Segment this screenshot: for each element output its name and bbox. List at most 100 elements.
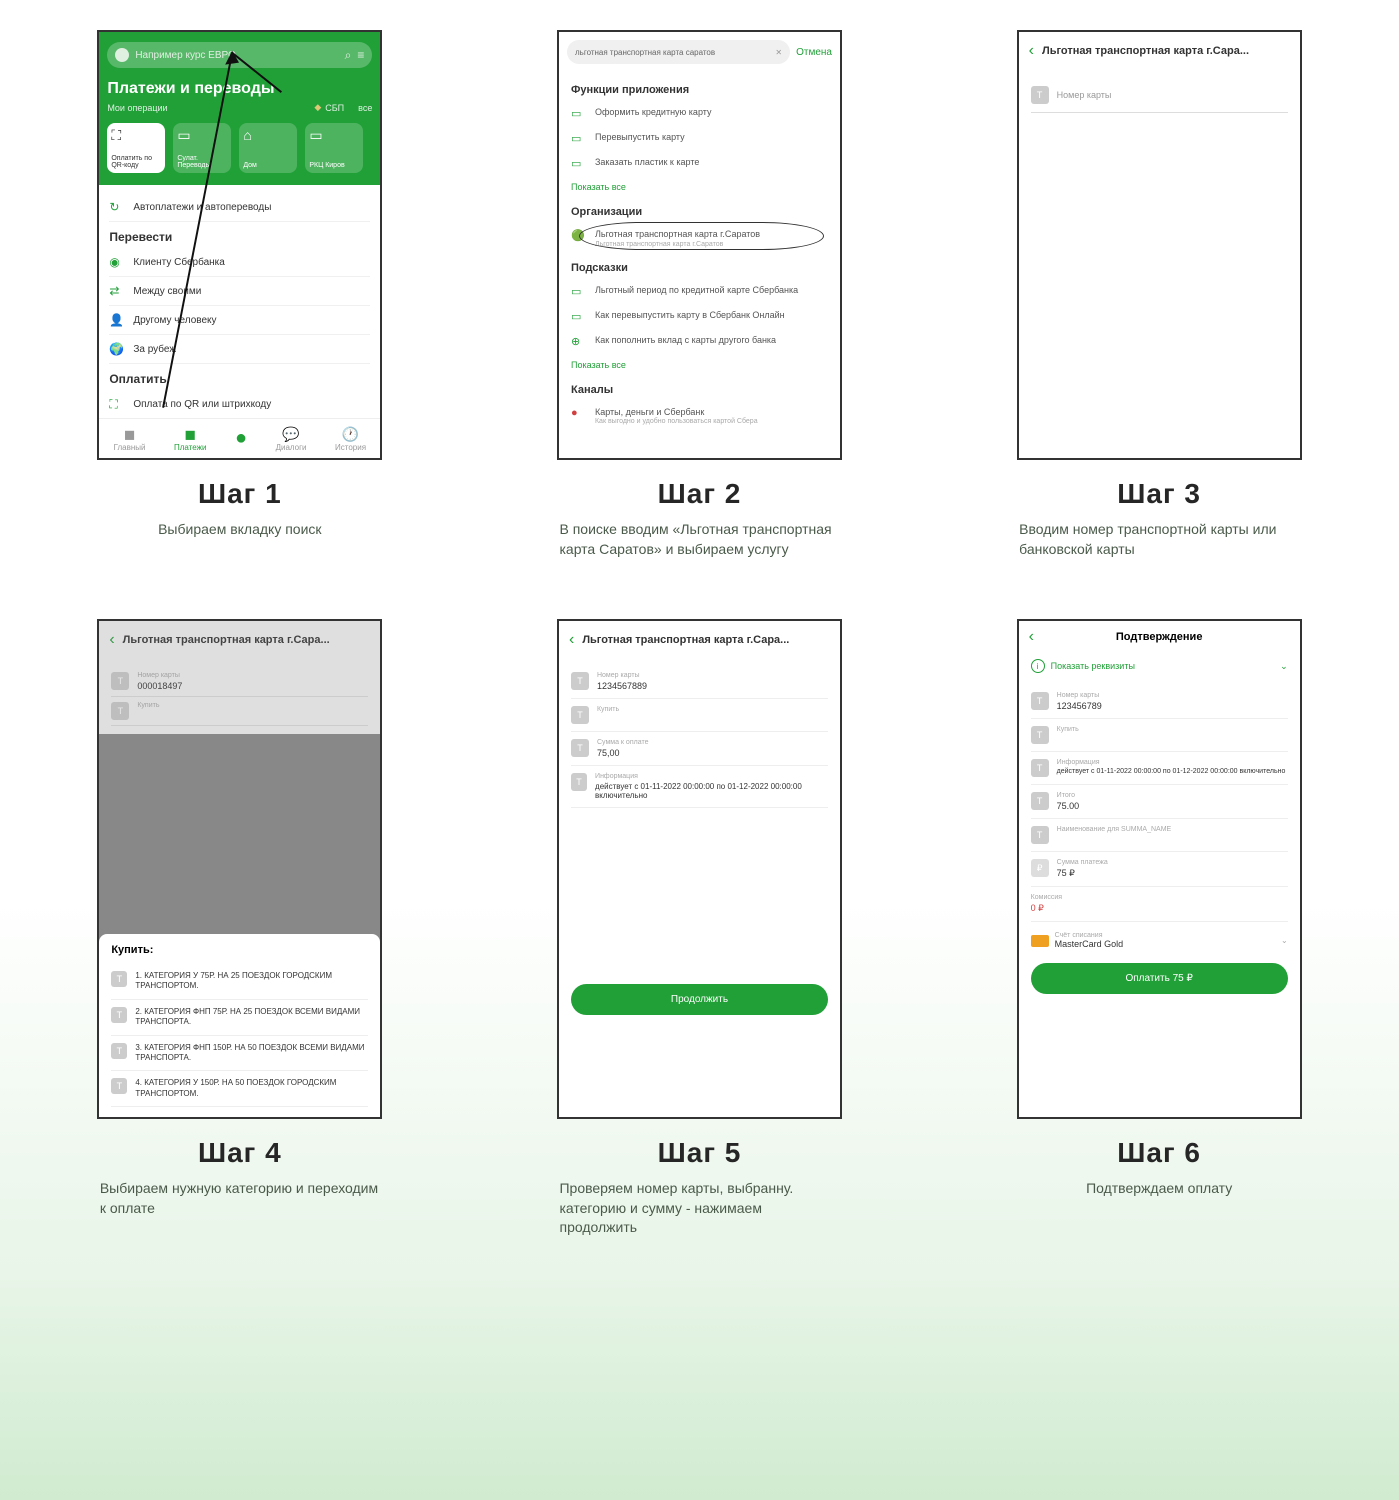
- chevron-down-icon: ⌄: [1280, 661, 1288, 672]
- s3-title: Льготная транспортная карта г.Сара...: [1042, 45, 1249, 57]
- row-between[interactable]: ⇄ Между своими: [109, 277, 370, 306]
- fn-reissue[interactable]: ▭Перевыпустить карту: [571, 126, 828, 151]
- card-icon: ▭: [571, 157, 587, 170]
- s1-page-title: Платежи и переводы: [107, 80, 372, 98]
- s6-commission-field: Комиссия0 ₽: [1031, 887, 1288, 922]
- s3-header: ‹ Льготная транспортная карта г.Сара...: [1019, 32, 1300, 70]
- row-other-person[interactable]: 👤 Другому человеку: [109, 306, 370, 335]
- step-2-title: Шаг 2: [658, 478, 742, 510]
- back-icon[interactable]: ‹: [569, 631, 574, 649]
- row-qr-pay[interactable]: ⛶ Оплата по QR или штрихкоду: [109, 390, 370, 420]
- card-home[interactable]: ⌂ Дом: [239, 123, 297, 173]
- text-field-icon: T: [111, 1007, 127, 1023]
- clock-icon: 🕐: [335, 426, 366, 443]
- text-field-icon: T: [1031, 726, 1049, 744]
- s4-buy-row[interactable]: T Купить: [111, 697, 368, 726]
- text-field-icon: T: [1031, 86, 1049, 104]
- phone-3: ‹ Льготная транспортная карта г.Сара... …: [1017, 30, 1302, 460]
- step-3: ‹ Льготная транспортная карта г.Сара... …: [969, 30, 1349, 559]
- menu-icon[interactable]: ≡: [357, 48, 364, 63]
- back-icon[interactable]: ‹: [109, 631, 114, 649]
- card-icon: ▭: [571, 107, 587, 120]
- text-field-icon: T: [571, 706, 589, 724]
- section-organizations: Организации: [571, 198, 828, 223]
- nav-center[interactable]: ●: [235, 427, 247, 450]
- show-all-hints[interactable]: Показать все: [571, 354, 828, 376]
- s5-info-field: T Информациядействует с 01-11-2022 00:00…: [571, 766, 828, 808]
- phone-5: ‹ Льготная транспортная карта г.Сара... …: [557, 619, 842, 1119]
- step-1-desc: Выбираем вкладку поиск: [158, 520, 321, 540]
- card-transfer[interactable]: ▭ Сулат. Переводы: [173, 123, 231, 173]
- nav-dialogs[interactable]: 💬Диалоги: [276, 426, 307, 452]
- s5-body: T Номер карты1234567889 T Купить T Сумма…: [559, 659, 840, 814]
- s2-search-input[interactable]: льготная транспортная карта саратов ✕: [567, 40, 790, 64]
- pay-button[interactable]: Оплатить 75 ₽: [1031, 963, 1288, 994]
- s4-card-num-row: T Номер карты 000018497: [111, 667, 368, 697]
- s6-buy-field: TКупить: [1031, 719, 1288, 752]
- step-3-title: Шаг 3: [1117, 478, 1201, 510]
- s5-header: ‹ Льготная транспортная карта г.Сара...: [559, 621, 840, 659]
- section-channels: Каналы: [571, 376, 828, 401]
- info-icon: i: [1031, 659, 1045, 673]
- channel-avatar-icon: ●: [571, 407, 587, 419]
- card-icon: ▭: [177, 127, 227, 144]
- text-field-icon: T: [571, 739, 589, 757]
- phone-1: Например курс ЕВРО ⌕ ≡ Платежи и перевод…: [97, 30, 382, 460]
- s6-summa-field: TНаименование для SUMMA_NAME: [1031, 819, 1288, 852]
- s4-dimmed-top: ‹ Льготная транспортная карта г.Сара... …: [99, 621, 380, 734]
- card-icon: ▭: [571, 132, 587, 145]
- card-rkc[interactable]: ▭ РКЦ Киров: [305, 123, 363, 173]
- step-3-desc: Вводим номер транспортной карты или банк…: [1019, 520, 1299, 559]
- hint-grace-period[interactable]: ▭Льготный период по кредитной карте Сбер…: [571, 279, 828, 304]
- channel-cards-money[interactable]: ● Карты, деньги и Сбербанк Как выгодно и…: [571, 401, 828, 432]
- category-option-4[interactable]: T4. КАТЕГОРИЯ У 150Р. НА 50 ПОЕЗДОК ГОРО…: [111, 1071, 368, 1107]
- s6-payment-sum-field: ₽Сумма платежа75 ₽: [1031, 852, 1288, 887]
- card-number-field[interactable]: T Номер карты: [1031, 78, 1288, 113]
- row-sber-client[interactable]: ◉ Клиенту Сбербанка: [109, 248, 370, 277]
- hint-reissue[interactable]: ▭Как перевыпустить карту в Сбербанк Онла…: [571, 304, 828, 329]
- text-field-icon: T: [1031, 826, 1049, 844]
- s1-quick-cards: ⛶ Оплатить по QR-коду ▭ Сулат. Переводы …: [107, 123, 372, 173]
- show-all-functions[interactable]: Показать все: [571, 176, 828, 198]
- search-icon[interactable]: ⌕: [345, 48, 352, 63]
- fn-credit-card[interactable]: ▭Оформить кредитную карту: [571, 101, 828, 126]
- card-qr[interactable]: ⛶ Оплатить по QR-коду: [107, 123, 165, 173]
- s1-body: ↻ Автоплатежи и автопереводы Перевести ◉…: [99, 185, 380, 457]
- nav-history[interactable]: 🕐История: [335, 426, 366, 452]
- back-icon[interactable]: ‹: [1029, 628, 1034, 646]
- show-details-toggle[interactable]: i Показать реквизиты ⌄: [1019, 653, 1300, 679]
- text-field-icon: T: [571, 672, 589, 690]
- org-transport-card[interactable]: 🟢 Льготная транспортная карта г.Саратов …: [571, 223, 828, 254]
- nav-main[interactable]: ◼Главный: [114, 426, 146, 452]
- payments-icon: ◼: [174, 426, 206, 443]
- refresh-icon: ↻: [109, 200, 125, 214]
- back-icon[interactable]: ‹: [1029, 42, 1034, 60]
- row-abroad[interactable]: 🌍 За рубеж: [109, 335, 370, 364]
- section-pay: Оплатить: [109, 364, 370, 390]
- person-icon: 👤: [109, 313, 125, 327]
- ruble-icon: ₽: [1031, 859, 1049, 877]
- step-5: ‹ Льготная транспортная карта г.Сара... …: [510, 619, 890, 1238]
- nav-payments[interactable]: ◼Платежи: [174, 426, 206, 452]
- text-field-icon: T: [1031, 692, 1049, 710]
- category-option-3[interactable]: T3. КАТЕГОРИЯ ФНП 150Р. НА 50 ПОЕЗДОК ВС…: [111, 1036, 368, 1072]
- continue-button[interactable]: Продолжить: [571, 984, 828, 1015]
- step-1: Например курс ЕВРО ⌕ ≡ Платежи и перевод…: [50, 30, 430, 559]
- category-option-1[interactable]: T1. КАТЕГОРИЯ У 75Р. НА 25 ПОЕЗДОК ГОРОД…: [111, 964, 368, 1000]
- row-autopay[interactable]: ↻ Автоплатежи и автопереводы: [109, 193, 370, 222]
- s1-search-bar[interactable]: Например курс ЕВРО ⌕ ≡: [107, 42, 372, 68]
- category-option-2[interactable]: T2. КАТЕГОРИЯ ФНП 75Р. НА 25 ПОЕЗДОК ВСЕ…: [111, 1000, 368, 1036]
- step-2-desc: В поиске вводим «Льготная транспортная к…: [559, 520, 839, 559]
- writeoff-account[interactable]: Счёт списания MasterCard Gold ⌄: [1019, 928, 1300, 953]
- fn-plastic[interactable]: ▭Заказать пластик к карте: [571, 151, 828, 176]
- s5-card-field: T Номер карты1234567889: [571, 665, 828, 699]
- category-sheet: Купить: T1. КАТЕГОРИЯ У 75Р. НА 25 ПОЕЗД…: [99, 934, 380, 1117]
- s2-body: Функции приложения ▭Оформить кредитную к…: [559, 72, 840, 435]
- cancel-button[interactable]: Отмена: [796, 47, 832, 58]
- clear-icon[interactable]: ✕: [775, 48, 782, 57]
- section-hints: Подсказки: [571, 254, 828, 279]
- building-icon: ▭: [309, 127, 359, 144]
- hint-deposit[interactable]: ⊕Как пополнить вклад с карты другого бан…: [571, 329, 828, 354]
- sheet-title: Купить:: [111, 944, 368, 964]
- s6-body: TНомер карты123456789 TКупить TИнформаци…: [1019, 679, 1300, 928]
